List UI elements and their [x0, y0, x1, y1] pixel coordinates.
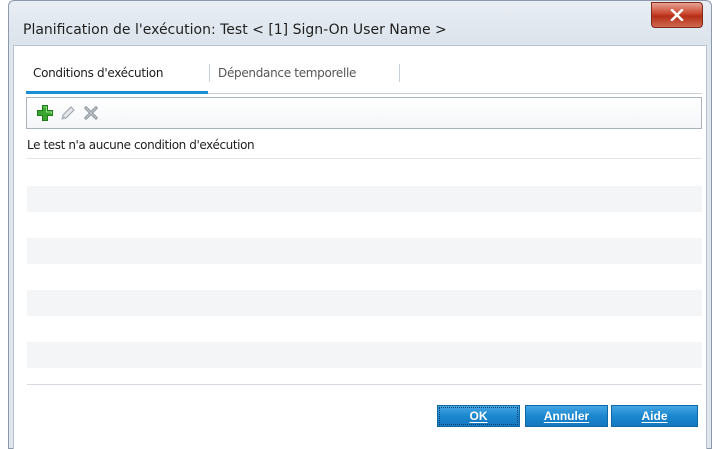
tab-execution-conditions[interactable]: Conditions d'exécution: [26, 61, 208, 94]
delete-icon[interactable]: [82, 104, 100, 122]
list-row: [27, 186, 702, 212]
close-button[interactable]: [651, 2, 703, 28]
edit-pencil-icon[interactable]: [59, 104, 77, 122]
window-title: Planification de l'exécution: Test < [1]…: [23, 22, 447, 38]
toolbar: [26, 97, 702, 129]
footer-divider: [27, 384, 702, 385]
close-icon: [670, 9, 684, 21]
tab-time-dependency[interactable]: Dépendance temporelle: [212, 61, 398, 94]
title-bar[interactable]: Planification de l'exécution: Test < [1]…: [9, 1, 711, 45]
tab-separator: [399, 64, 400, 82]
tab-strip: Conditions d'exécution Dépendance tempor…: [26, 61, 702, 94]
dialog-client: Conditions d'exécution Dépendance tempor…: [13, 45, 707, 449]
list-row: [27, 290, 702, 316]
ok-button[interactable]: OK: [437, 405, 520, 427]
tab-separator: [209, 64, 210, 82]
empty-conditions-message: Le test n'a aucune condition d'exécution: [27, 138, 255, 152]
list-row: [27, 342, 702, 368]
conditions-list: [27, 158, 702, 385]
dialog-window: Planification de l'exécution: Test < [1]…: [8, 0, 712, 449]
cancel-button[interactable]: Annuler: [525, 405, 608, 427]
add-icon[interactable]: [36, 104, 54, 122]
list-row: [27, 238, 702, 264]
help-button[interactable]: Aide: [611, 405, 698, 427]
